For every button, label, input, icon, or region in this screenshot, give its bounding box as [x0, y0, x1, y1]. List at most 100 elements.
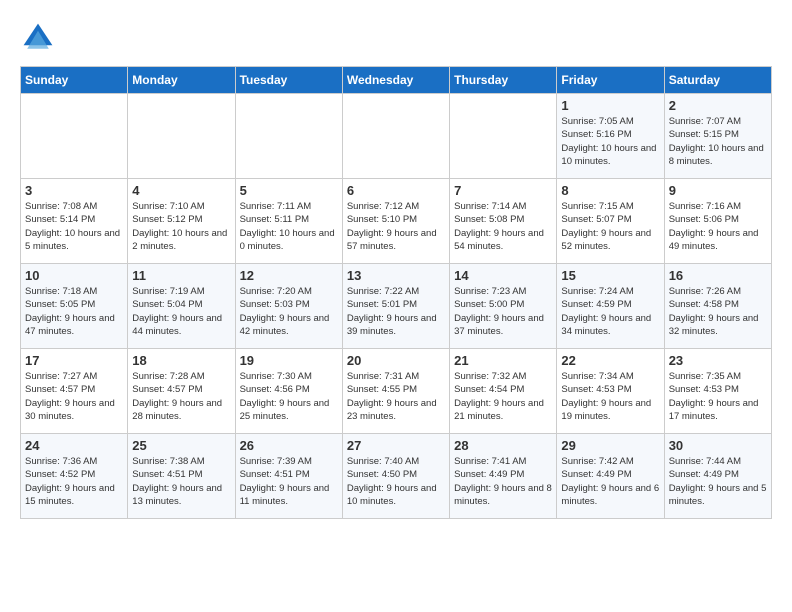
day-number: 6	[347, 183, 445, 198]
calendar-cell: 29Sunrise: 7:42 AM Sunset: 4:49 PM Dayli…	[557, 434, 664, 519]
day-number: 4	[132, 183, 230, 198]
weekday-header-thursday: Thursday	[450, 67, 557, 94]
day-info: Sunrise: 7:08 AM Sunset: 5:14 PM Dayligh…	[25, 200, 123, 253]
day-info: Sunrise: 7:19 AM Sunset: 5:04 PM Dayligh…	[132, 285, 230, 338]
day-number: 13	[347, 268, 445, 283]
day-info: Sunrise: 7:32 AM Sunset: 4:54 PM Dayligh…	[454, 370, 552, 423]
calendar-cell: 5 Sunrise: 7:11 AM Sunset: 5:11 PM Daylig…	[235, 179, 342, 264]
logo-icon	[20, 20, 56, 56]
day-info: Sunrise: 7:23 AM Sunset: 5:00 PM Dayligh…	[454, 285, 552, 338]
day-info: Sunrise: 7:15 AM Sunset: 5:07 PM Dayligh…	[561, 200, 659, 253]
day-number: 5	[240, 183, 338, 198]
calendar-week-row: 3 Sunrise: 7:08 AM Sunset: 5:14 PM Daylig…	[21, 179, 772, 264]
day-info: Sunrise: 7:38 AM Sunset: 4:51 PM Dayligh…	[132, 455, 230, 508]
calendar-cell: 14 Sunrise: 7:23 AM Sunset: 5:00 PM Dayli…	[450, 264, 557, 349]
day-info: Sunrise: 7:39 AM Sunset: 4:51 PM Dayligh…	[240, 455, 338, 508]
calendar-cell: 16 Sunrise: 7:26 AM Sunset: 4:58 PM Dayli…	[664, 264, 771, 349]
day-info: Sunrise: 7:40 AM Sunset: 4:50 PM Dayligh…	[347, 455, 445, 508]
calendar-week-row: 10 Sunrise: 7:18 AM Sunset: 5:05 PM Dayli…	[21, 264, 772, 349]
calendar-cell: 6 Sunrise: 7:12 AM Sunset: 5:10 PM Daylig…	[342, 179, 449, 264]
day-number: 21	[454, 353, 552, 368]
day-info: Sunrise: 7:27 AM Sunset: 4:57 PM Dayligh…	[25, 370, 123, 423]
calendar-cell: 18Sunrise: 7:28 AM Sunset: 4:57 PM Dayli…	[128, 349, 235, 434]
day-number: 24	[25, 438, 123, 453]
calendar-cell: 11 Sunrise: 7:19 AM Sunset: 5:04 PM Dayli…	[128, 264, 235, 349]
calendar-cell: 10 Sunrise: 7:18 AM Sunset: 5:05 PM Dayli…	[21, 264, 128, 349]
day-info: Sunrise: 7:11 AM Sunset: 5:11 PM Dayligh…	[240, 200, 338, 253]
day-number: 1	[561, 98, 659, 113]
calendar-cell: 12 Sunrise: 7:20 AM Sunset: 5:03 PM Dayli…	[235, 264, 342, 349]
calendar-week-row: 17 Sunrise: 7:27 AM Sunset: 4:57 PM Dayli…	[21, 349, 772, 434]
day-number: 22	[561, 353, 659, 368]
calendar-cell: 9 Sunrise: 7:16 AM Sunset: 5:06 PM Daylig…	[664, 179, 771, 264]
day-number: 11	[132, 268, 230, 283]
day-info: Sunrise: 7:07 AM Sunset: 5:15 PM Dayligh…	[669, 115, 767, 168]
calendar-cell	[128, 94, 235, 179]
day-info: Sunrise: 7:14 AM Sunset: 5:08 PM Dayligh…	[454, 200, 552, 253]
calendar-cell	[342, 94, 449, 179]
day-number: 23	[669, 353, 767, 368]
calendar-table: SundayMondayTuesdayWednesdayThursdayFrid…	[20, 66, 772, 519]
calendar-cell: 30 Sunrise: 7:44 AM Sunset: 4:49 PM Dayli…	[664, 434, 771, 519]
day-number: 8	[561, 183, 659, 198]
calendar-cell: 21 Sunrise: 7:32 AM Sunset: 4:54 PM Dayli…	[450, 349, 557, 434]
day-number: 9	[669, 183, 767, 198]
day-info: Sunrise: 7:42 AM Sunset: 4:49 PM Dayligh…	[561, 455, 659, 508]
calendar-cell	[450, 94, 557, 179]
day-info: Sunrise: 7:16 AM Sunset: 5:06 PM Dayligh…	[669, 200, 767, 253]
day-info: Sunrise: 7:34 AM Sunset: 4:53 PM Dayligh…	[561, 370, 659, 423]
calendar-cell: 4Sunrise: 7:10 AM Sunset: 5:12 PM Daylig…	[128, 179, 235, 264]
logo	[20, 20, 60, 56]
day-number: 25	[132, 438, 230, 453]
calendar-cell: 24 Sunrise: 7:36 AM Sunset: 4:52 PM Dayli…	[21, 434, 128, 519]
day-number: 26	[240, 438, 338, 453]
day-info: Sunrise: 7:26 AM Sunset: 4:58 PM Dayligh…	[669, 285, 767, 338]
day-number: 12	[240, 268, 338, 283]
calendar-cell: 17 Sunrise: 7:27 AM Sunset: 4:57 PM Dayli…	[21, 349, 128, 434]
calendar-cell: 13Sunrise: 7:22 AM Sunset: 5:01 PM Dayli…	[342, 264, 449, 349]
calendar-cell: 2 Sunrise: 7:07 AM Sunset: 5:15 PM Daylig…	[664, 94, 771, 179]
calendar-cell: 19Sunrise: 7:30 AM Sunset: 4:56 PM Dayli…	[235, 349, 342, 434]
day-number: 18	[132, 353, 230, 368]
weekday-header-wednesday: Wednesday	[342, 67, 449, 94]
day-number: 3	[25, 183, 123, 198]
header	[20, 20, 772, 56]
day-number: 17	[25, 353, 123, 368]
day-number: 30	[669, 438, 767, 453]
day-number: 19	[240, 353, 338, 368]
day-number: 7	[454, 183, 552, 198]
day-number: 10	[25, 268, 123, 283]
weekday-header-friday: Friday	[557, 67, 664, 94]
weekday-header-monday: Monday	[128, 67, 235, 94]
day-number: 15	[561, 268, 659, 283]
day-info: Sunrise: 7:31 AM Sunset: 4:55 PM Dayligh…	[347, 370, 445, 423]
calendar-cell: 23Sunrise: 7:35 AM Sunset: 4:53 PM Dayli…	[664, 349, 771, 434]
day-number: 20	[347, 353, 445, 368]
calendar-cell: 28Sunrise: 7:41 AM Sunset: 4:49 PM Dayli…	[450, 434, 557, 519]
calendar-cell: 3 Sunrise: 7:08 AM Sunset: 5:14 PM Daylig…	[21, 179, 128, 264]
weekday-header-sunday: Sunday	[21, 67, 128, 94]
calendar-cell: 7 Sunrise: 7:14 AM Sunset: 5:08 PM Daylig…	[450, 179, 557, 264]
day-info: Sunrise: 7:12 AM Sunset: 5:10 PM Dayligh…	[347, 200, 445, 253]
day-info: Sunrise: 7:24 AM Sunset: 4:59 PM Dayligh…	[561, 285, 659, 338]
calendar-cell: 15 Sunrise: 7:24 AM Sunset: 4:59 PM Dayli…	[557, 264, 664, 349]
day-info: Sunrise: 7:20 AM Sunset: 5:03 PM Dayligh…	[240, 285, 338, 338]
weekday-header-saturday: Saturday	[664, 67, 771, 94]
day-info: Sunrise: 7:44 AM Sunset: 4:49 PM Dayligh…	[669, 455, 767, 508]
calendar-cell: 27Sunrise: 7:40 AM Sunset: 4:50 PM Dayli…	[342, 434, 449, 519]
day-info: Sunrise: 7:36 AM Sunset: 4:52 PM Dayligh…	[25, 455, 123, 508]
calendar-cell	[235, 94, 342, 179]
calendar-cell: 1Sunrise: 7:05 AM Sunset: 5:16 PM Daylig…	[557, 94, 664, 179]
day-number: 16	[669, 268, 767, 283]
calendar-cell: 8 Sunrise: 7:15 AM Sunset: 5:07 PM Daylig…	[557, 179, 664, 264]
day-number: 14	[454, 268, 552, 283]
weekday-header-tuesday: Tuesday	[235, 67, 342, 94]
calendar-week-row: 24 Sunrise: 7:36 AM Sunset: 4:52 PM Dayli…	[21, 434, 772, 519]
day-info: Sunrise: 7:18 AM Sunset: 5:05 PM Dayligh…	[25, 285, 123, 338]
calendar-cell: 22 Sunrise: 7:34 AM Sunset: 4:53 PM Dayli…	[557, 349, 664, 434]
weekday-header-row: SundayMondayTuesdayWednesdayThursdayFrid…	[21, 67, 772, 94]
day-number: 2	[669, 98, 767, 113]
calendar-week-row: 1Sunrise: 7:05 AM Sunset: 5:16 PM Daylig…	[21, 94, 772, 179]
calendar-cell	[21, 94, 128, 179]
day-number: 28	[454, 438, 552, 453]
